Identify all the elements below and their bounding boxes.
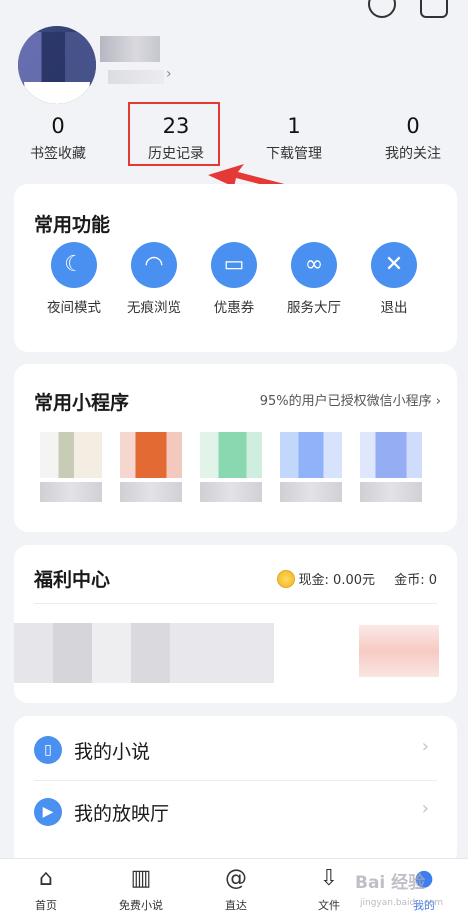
func-service-hall[interactable]: ∞ 服务大厅: [276, 242, 352, 316]
chevron-right-icon: ›: [421, 798, 429, 819]
nav-free-novels[interactable]: ▥ 免费小说: [101, 865, 181, 913]
list-label: 我的小说: [74, 741, 151, 763]
profile-chevron-icon[interactable]: ›: [166, 66, 172, 82]
func-coupons[interactable]: ▭ 优惠券: [196, 242, 272, 316]
close-icon: ✕: [371, 242, 417, 288]
avatar[interactable]: [18, 26, 96, 104]
divider: [34, 603, 437, 604]
welfare-action-button[interactable]: [359, 625, 439, 677]
coupon-icon: ▭: [211, 242, 257, 288]
func-label: 优惠券: [213, 300, 255, 316]
watermark-sub: jingyan.baidu.com: [360, 898, 444, 908]
chevron-right-icon: ›: [435, 394, 441, 409]
func-incognito[interactable]: ◠ 无痕浏览: [116, 242, 192, 316]
func-label: 无痕浏览: [127, 300, 181, 316]
message-icon[interactable]: [368, 0, 396, 18]
stat-downloads[interactable]: 1 下载管理: [239, 112, 349, 163]
func-label: 退出: [380, 300, 408, 316]
ghost-icon: ◠: [131, 242, 177, 288]
welfare-task-blurred: [14, 623, 274, 683]
chevron-right-icon: ›: [421, 736, 429, 757]
nav-direct[interactable]: @ 直达: [196, 865, 276, 913]
play-icon: ▶: [34, 798, 62, 826]
list-item-my-theater[interactable]: ▶ 我的放映厅 ›: [14, 780, 457, 842]
func-label: 夜间模式: [47, 300, 101, 316]
mini-app-item[interactable]: [40, 432, 102, 502]
mini-programs-auth-link[interactable]: 95%的用户已授权微信小程序 ›: [260, 390, 441, 409]
nav-label: 直达: [225, 899, 247, 912]
card-title: 福利中心: [34, 569, 111, 591]
stat-label: 书签收藏: [30, 146, 86, 162]
link-icon: ∞: [291, 242, 337, 288]
mini-programs-card: 常用小程序 95%的用户已授权微信小程序 ›: [14, 364, 457, 532]
common-functions-card: 常用功能 ☾ 夜间模式 ◠ 无痕浏览 ▭ 优惠券 ∞ 服务大厅 ✕ 退出: [14, 184, 457, 352]
gold-balance: 金币: 0: [394, 573, 437, 588]
func-exit[interactable]: ✕ 退出: [356, 242, 432, 316]
stat-bookmarks[interactable]: 0 书签收藏: [3, 112, 113, 163]
link-text: 95%的用户已授权微信小程序: [259, 394, 432, 409]
coin-icon: [277, 570, 295, 588]
annotation-highlight-box: [128, 102, 220, 166]
open-book-icon: ▥: [130, 866, 152, 891]
user-subtitle-blurred: [108, 70, 164, 84]
list-item-my-novels[interactable]: ▯ 我的小说 ›: [14, 718, 457, 780]
at-icon: @: [225, 866, 247, 891]
stat-count: 0: [406, 114, 420, 138]
watermark: Bai 经验: [355, 873, 426, 893]
func-label: 服务大厅: [287, 300, 341, 316]
list-card: ▯ 我的小说 › ▶ 我的放映厅 ›: [14, 716, 457, 866]
nav-label: 文件: [318, 899, 340, 912]
card-title: 常用功能: [34, 214, 111, 236]
username-blurred: [100, 36, 160, 62]
home-icon: ⌂: [39, 866, 53, 891]
func-night-mode[interactable]: ☾ 夜间模式: [36, 242, 112, 316]
nav-label: 首页: [35, 899, 57, 912]
stat-following[interactable]: 0 我的关注: [358, 112, 468, 163]
welfare-center-card: 福利中心 现金: 0.00元 金币: 0: [14, 545, 457, 703]
mini-app-item[interactable]: [120, 432, 182, 502]
mini-app-item[interactable]: [360, 432, 422, 502]
stat-count: 0: [51, 114, 65, 138]
night-mode-icon: ☾: [51, 242, 97, 288]
mini-app-item[interactable]: [280, 432, 342, 502]
nav-home[interactable]: ⌂ 首页: [6, 865, 86, 913]
mini-app-item[interactable]: [200, 432, 262, 502]
settings-icon[interactable]: [420, 0, 448, 18]
nav-label: 免费小说: [119, 899, 163, 912]
stat-count: 1: [287, 114, 301, 138]
book-icon: ▯: [34, 736, 62, 764]
cash-balance: 现金: 0.00元: [298, 573, 375, 588]
download-folder-icon: ⇩: [319, 866, 339, 891]
card-title: 常用小程序: [34, 392, 130, 414]
list-label: 我的放映厅: [74, 803, 170, 825]
